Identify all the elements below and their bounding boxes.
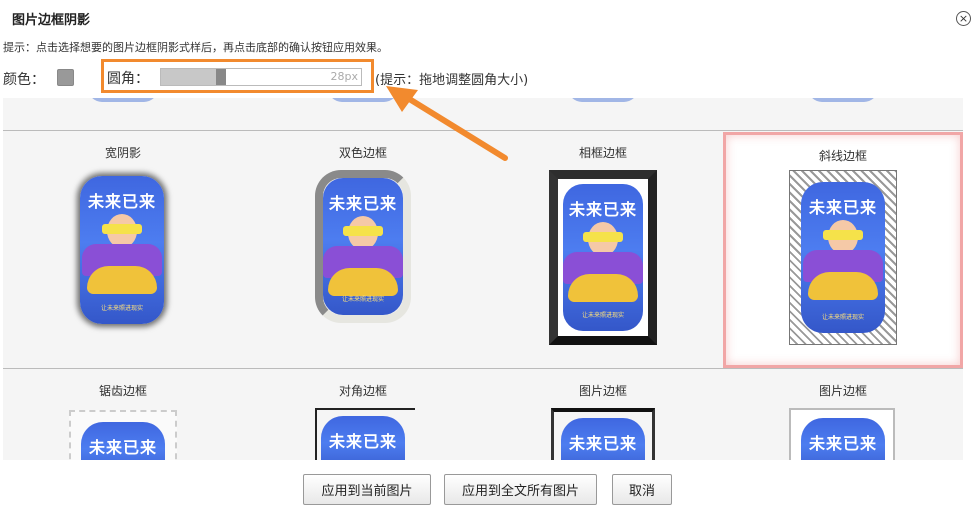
poster-title: 未来已来 (87, 192, 156, 211)
close-button[interactable]: × (956, 11, 971, 26)
style-label: 对角边框 (338, 384, 387, 398)
dialog-hint: 提示：点击选择想要的图片边框阴影式样后，再点击底部的确认按钮应用效果。 (3, 41, 388, 54)
color-label: 颜色： (3, 72, 45, 88)
poster-title: 未来已来 (568, 434, 637, 453)
dialog-footer: 应用到当前图片 应用到全文所有图片 取消 (0, 460, 977, 530)
poster-tagline: 让未来照进现实 (581, 312, 624, 319)
poster-tagline: 让未来照进现实 (100, 305, 143, 312)
poster-title: 未来已来 (328, 194, 397, 213)
apply-current-button[interactable]: 应用到当前图片 (303, 474, 431, 505)
preview-image: 未来已来 让未来照进现实 (801, 182, 885, 333)
poster-title: 未来已来 (808, 198, 877, 217)
style-option-corner-border[interactable]: 对角边框 未来已来 (243, 370, 483, 460)
style-label: 图片边框 (818, 384, 867, 398)
style-option-diagonal-border[interactable]: 斜线边框 未来已来 让未来照进现实 (723, 132, 963, 368)
style-option-sawtooth-border[interactable]: 锯齿边框 未来已来 (3, 370, 243, 460)
color-picker-swatch[interactable] (57, 69, 74, 86)
poster-tagline: 让未来照进现实 (821, 314, 864, 321)
radius-slider[interactable]: 28px (160, 68, 362, 86)
poster-title: 未来已来 (568, 200, 637, 219)
preview-image: 未来已来 让未来照进现实 (563, 184, 643, 331)
annotation-arrow-icon (386, 86, 508, 161)
preview-image: 未来已来 (321, 416, 405, 460)
style-label: 图片边框 (578, 384, 627, 398)
radius-label: 圆角： (107, 71, 149, 87)
poster-ufo (808, 272, 878, 300)
poster-ufo (328, 268, 398, 296)
dialog-title: 图片边框阴影 (12, 13, 91, 28)
style-label: 锯齿边框 (98, 384, 147, 398)
preview-image: 未来已来 让未来照进现实 (80, 176, 164, 324)
poster-title: 未来已来 (328, 432, 397, 451)
radius-slider-thumb[interactable] (216, 69, 226, 85)
poster-visor (823, 230, 863, 240)
poster-visor (583, 232, 623, 242)
radius-slider-fill (161, 69, 221, 85)
style-option-image-border-1[interactable]: 图片边框 未来已来 (483, 370, 723, 460)
style-label: 斜线边框 (818, 149, 867, 163)
style-option-wide-shadow[interactable]: 宽阴影 未来已来 让未来照进现实 (3, 132, 243, 368)
apply-all-button[interactable]: 应用到全文所有图片 (444, 474, 597, 505)
poster-tagline: 让未来照进现实 (341, 296, 384, 303)
style-option-photo-frame[interactable]: 相框边框 未来已来 让未来照进现实 (483, 132, 723, 368)
peek-thumbnail (88, 98, 158, 102)
style-row-2: 锯齿边框 未来已来 对角边框 未来已来 图片边框 未来已来 图片边框 未来已来 (3, 370, 963, 460)
style-row-1: 宽阴影 未来已来 让未来照进现实 双色边框 未来已来 让未来照进现实 相框边框 … (3, 132, 963, 369)
style-option-two-color-border[interactable]: 双色边框 未来已来 让未来照进现实 (243, 132, 483, 368)
radius-value: 28px (330, 70, 359, 83)
poster-visor (102, 224, 142, 234)
preview-image: 未来已来 (81, 422, 165, 460)
poster-ufo (568, 274, 638, 302)
border-shadow-dialog: 图片边框阴影 × 提示：点击选择想要的图片边框阴影式样后，再点击底部的确认按钮应… (0, 0, 977, 530)
style-label: 相框边框 (578, 146, 627, 160)
cancel-button[interactable]: 取消 (612, 474, 672, 505)
poster-visor (343, 226, 383, 236)
preview-image: 未来已来 (561, 418, 645, 460)
preview-image: 未来已来 让未来照进现实 (323, 178, 403, 315)
poster-ufo (87, 266, 157, 294)
style-label: 宽阴影 (104, 146, 141, 160)
preview-image: 未来已来 (801, 418, 885, 460)
peek-thumbnail (568, 98, 638, 102)
peek-thumbnail (808, 98, 878, 102)
poster-title: 未来已来 (808, 434, 877, 453)
close-icon: × (958, 12, 969, 25)
poster-title: 未来已来 (88, 438, 157, 457)
style-option-image-border-2[interactable]: 图片边框 未来已来 (723, 370, 963, 460)
